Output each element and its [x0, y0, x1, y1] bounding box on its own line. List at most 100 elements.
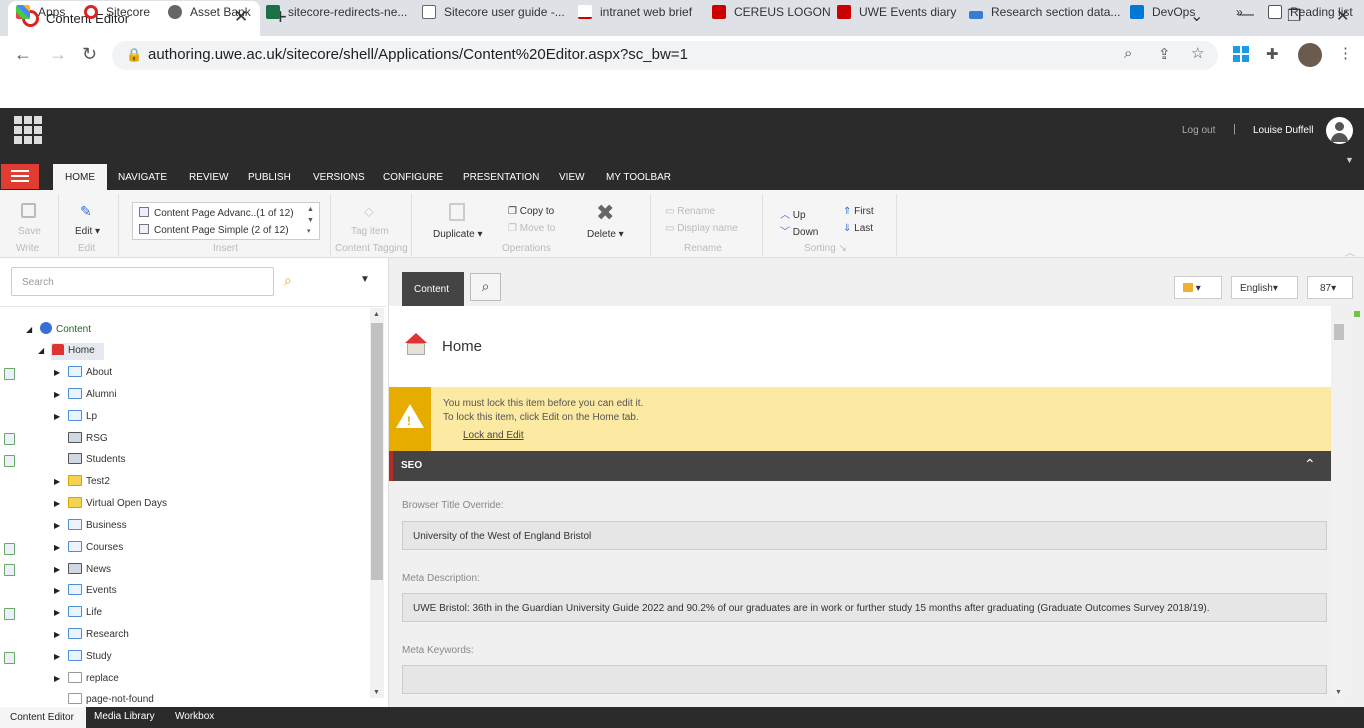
insert-scroll-arrows-icon[interactable]: ▲ ▼ ▾: [307, 204, 314, 237]
tab-configure[interactable]: CONFIGURE: [383, 172, 443, 183]
bookmark-apps[interactable]: Apps: [16, 5, 65, 19]
expanded-arrow-icon[interactable]: ◢: [38, 342, 46, 360]
search-options-chevron-icon[interactable]: ▼: [360, 274, 370, 285]
tree-node-study[interactable]: ▶ Study: [54, 648, 112, 666]
launchpad-icon[interactable]: [14, 116, 42, 144]
collapsed-arrow-icon[interactable]: ▶: [54, 408, 62, 426]
tree-node-home[interactable]: ◢ Home: [38, 342, 95, 360]
copy-to-button[interactable]: ❐ Copy to: [508, 206, 554, 217]
collapsed-arrow-icon[interactable]: ▶: [54, 648, 62, 666]
forward-icon[interactable]: →: [49, 44, 67, 65]
search-tab-icon[interactable]: ⌕: [470, 273, 501, 301]
collapsed-arrow-icon[interactable]: ▶: [54, 386, 62, 404]
user-avatar[interactable]: [1326, 117, 1353, 144]
bookmark-asset-bank[interactable]: Asset Bank: [168, 5, 251, 19]
scroll-down-arrow-icon[interactable]: ▼: [373, 689, 380, 696]
collapsed-arrow-icon[interactable]: ▶: [54, 626, 62, 644]
tree-node-courses[interactable]: ▶ Courses: [54, 539, 123, 557]
tab-presentation[interactable]: PRESENTATION: [463, 172, 539, 183]
tree-scrollbar-thumb[interactable]: [371, 323, 383, 580]
windows-extension-icon[interactable]: [1233, 46, 1249, 62]
search-icon[interactable]: ⌕: [284, 272, 292, 289]
share-icon[interactable]: ⇪: [1158, 45, 1171, 63]
last-button[interactable]: ⇓ Last: [843, 223, 873, 234]
tree-node-rsg[interactable]: RSG: [54, 430, 108, 448]
tab-publish[interactable]: PUBLISH: [248, 172, 291, 183]
collapsed-arrow-icon[interactable]: ▶: [54, 364, 62, 382]
bookmark-cereus[interactable]: CEREUS LOGON: [712, 5, 831, 19]
tab-versions[interactable]: VERSIONS: [313, 172, 365, 183]
collapsed-arrow-icon[interactable]: ▶: [54, 561, 62, 579]
bookmark-events-diary[interactable]: UWE Events diary: [837, 5, 956, 19]
menu-hamburger-icon[interactable]: [1, 164, 39, 189]
display-name-button[interactable]: ▭ Display name: [665, 223, 738, 234]
tree-node-content[interactable]: ◢ Content: [26, 321, 91, 339]
tab-review[interactable]: REVIEW: [189, 172, 228, 183]
delete-x-icon[interactable]: ✖: [596, 200, 614, 226]
duplicate-icon[interactable]: [449, 203, 465, 221]
reading-list[interactable]: Reading list: [1268, 5, 1353, 19]
bookmark-user-guide[interactable]: Sitecore user guide -...: [422, 5, 565, 19]
tree-node-news[interactable]: ▶ News: [54, 561, 111, 579]
tree-node-about[interactable]: ▶ About: [54, 364, 112, 382]
bookmark-star-icon[interactable]: ☆: [1191, 44, 1204, 62]
tree-node-students[interactable]: Students: [54, 451, 125, 469]
browser-title-field[interactable]: University of the West of England Bristo…: [402, 521, 1327, 550]
collapse-chevron-up-icon[interactable]: ⌃: [1304, 456, 1316, 473]
edit-pencil-icon[interactable]: ✎: [80, 203, 92, 220]
back-icon[interactable]: ←: [14, 44, 32, 65]
tree-search-input[interactable]: Search: [11, 267, 274, 296]
scroll-up-arrow-icon[interactable]: ▲: [373, 311, 380, 318]
editor-scrollbar-thumb[interactable]: [1334, 324, 1344, 340]
insert-item[interactable]: Content Page Advanc..(1 of 12): [139, 207, 294, 219]
menu-kebab-icon[interactable]: ⋮: [1338, 44, 1353, 62]
tab-my-toolbar[interactable]: MY TOOLBAR: [606, 172, 671, 183]
first-button[interactable]: ⇑ First: [843, 206, 874, 217]
reload-icon[interactable]: ↻: [82, 44, 97, 65]
zoom-icon[interactable]: ⌕: [1124, 45, 1132, 62]
edit-button[interactable]: Edit ▾: [75, 226, 100, 237]
logout-link[interactable]: Log out: [1182, 125, 1215, 136]
validation-dropdown[interactable]: ▾: [1174, 276, 1222, 299]
save-button[interactable]: Save: [18, 226, 41, 237]
down-button[interactable]: ﹀ Down: [780, 223, 818, 238]
bookmark-devops[interactable]: DevOps: [1130, 5, 1195, 19]
tab-navigate[interactable]: NAVIGATE: [118, 172, 167, 183]
expanded-arrow-icon[interactable]: ◢: [26, 321, 34, 339]
collapsed-arrow-icon[interactable]: ▶: [54, 539, 62, 557]
collapsed-arrow-icon[interactable]: ▶: [54, 670, 62, 688]
tab-content-editor[interactable]: Content Editor: [0, 707, 86, 728]
collapsed-arrow-icon[interactable]: ▶: [54, 495, 62, 513]
lock-and-edit-link[interactable]: Lock and Edit: [463, 430, 524, 441]
ribbon-collapse-icon[interactable]: ▼: [1345, 155, 1354, 165]
collapsed-arrow-icon[interactable]: ▶: [54, 582, 62, 600]
dialog-launcher-icon[interactable]: ↘: [838, 243, 846, 254]
omnibox[interactable]: 🔒 authoring.uwe.ac.uk/sitecore/shell/App…: [112, 41, 1218, 70]
editor-scrollbar[interactable]: [1332, 320, 1346, 698]
tab-workbox[interactable]: Workbox: [175, 711, 214, 722]
tag-item-button[interactable]: Tag item: [351, 226, 389, 237]
bookmark-intranet[interactable]: intranet web brief: [578, 5, 692, 19]
tab-view[interactable]: VIEW: [559, 172, 585, 183]
bookmark-sitecore[interactable]: Sitecore: [84, 5, 150, 19]
save-icon[interactable]: [21, 203, 36, 218]
duplicate-button[interactable]: Duplicate ▾: [433, 229, 483, 240]
tab-media-library[interactable]: Media Library: [94, 711, 155, 722]
more-bookmarks-icon[interactable]: »: [1236, 5, 1243, 19]
tree-node-alumni[interactable]: ▶ Alumni: [54, 386, 117, 404]
version-dropdown[interactable]: 87▾: [1307, 276, 1353, 299]
ribbon-minimize-chevron-icon[interactable]: ︿: [1345, 244, 1355, 259]
up-button[interactable]: ︿ Up: [780, 206, 806, 221]
rename-button[interactable]: ▭ Rename: [665, 206, 715, 217]
collapsed-arrow-icon[interactable]: ▶: [54, 604, 62, 622]
insert-item[interactable]: Content Page Simple (2 of 12): [139, 224, 289, 236]
collapsed-arrow-icon[interactable]: ▶: [54, 517, 62, 535]
move-to-button[interactable]: ❐ Move to: [508, 223, 555, 234]
tree-node-virtual-open-days[interactable]: ▶ Virtual Open Days: [54, 495, 167, 513]
tag-icon[interactable]: ⬦: [364, 203, 374, 220]
tab-home[interactable]: HOME: [53, 164, 107, 190]
profile-avatar[interactable]: [1298, 43, 1322, 67]
tree-node-test2[interactable]: ▶ Test2: [54, 473, 110, 491]
meta-keywords-field[interactable]: [402, 665, 1327, 694]
tree-node-life[interactable]: ▶ Life: [54, 604, 102, 622]
